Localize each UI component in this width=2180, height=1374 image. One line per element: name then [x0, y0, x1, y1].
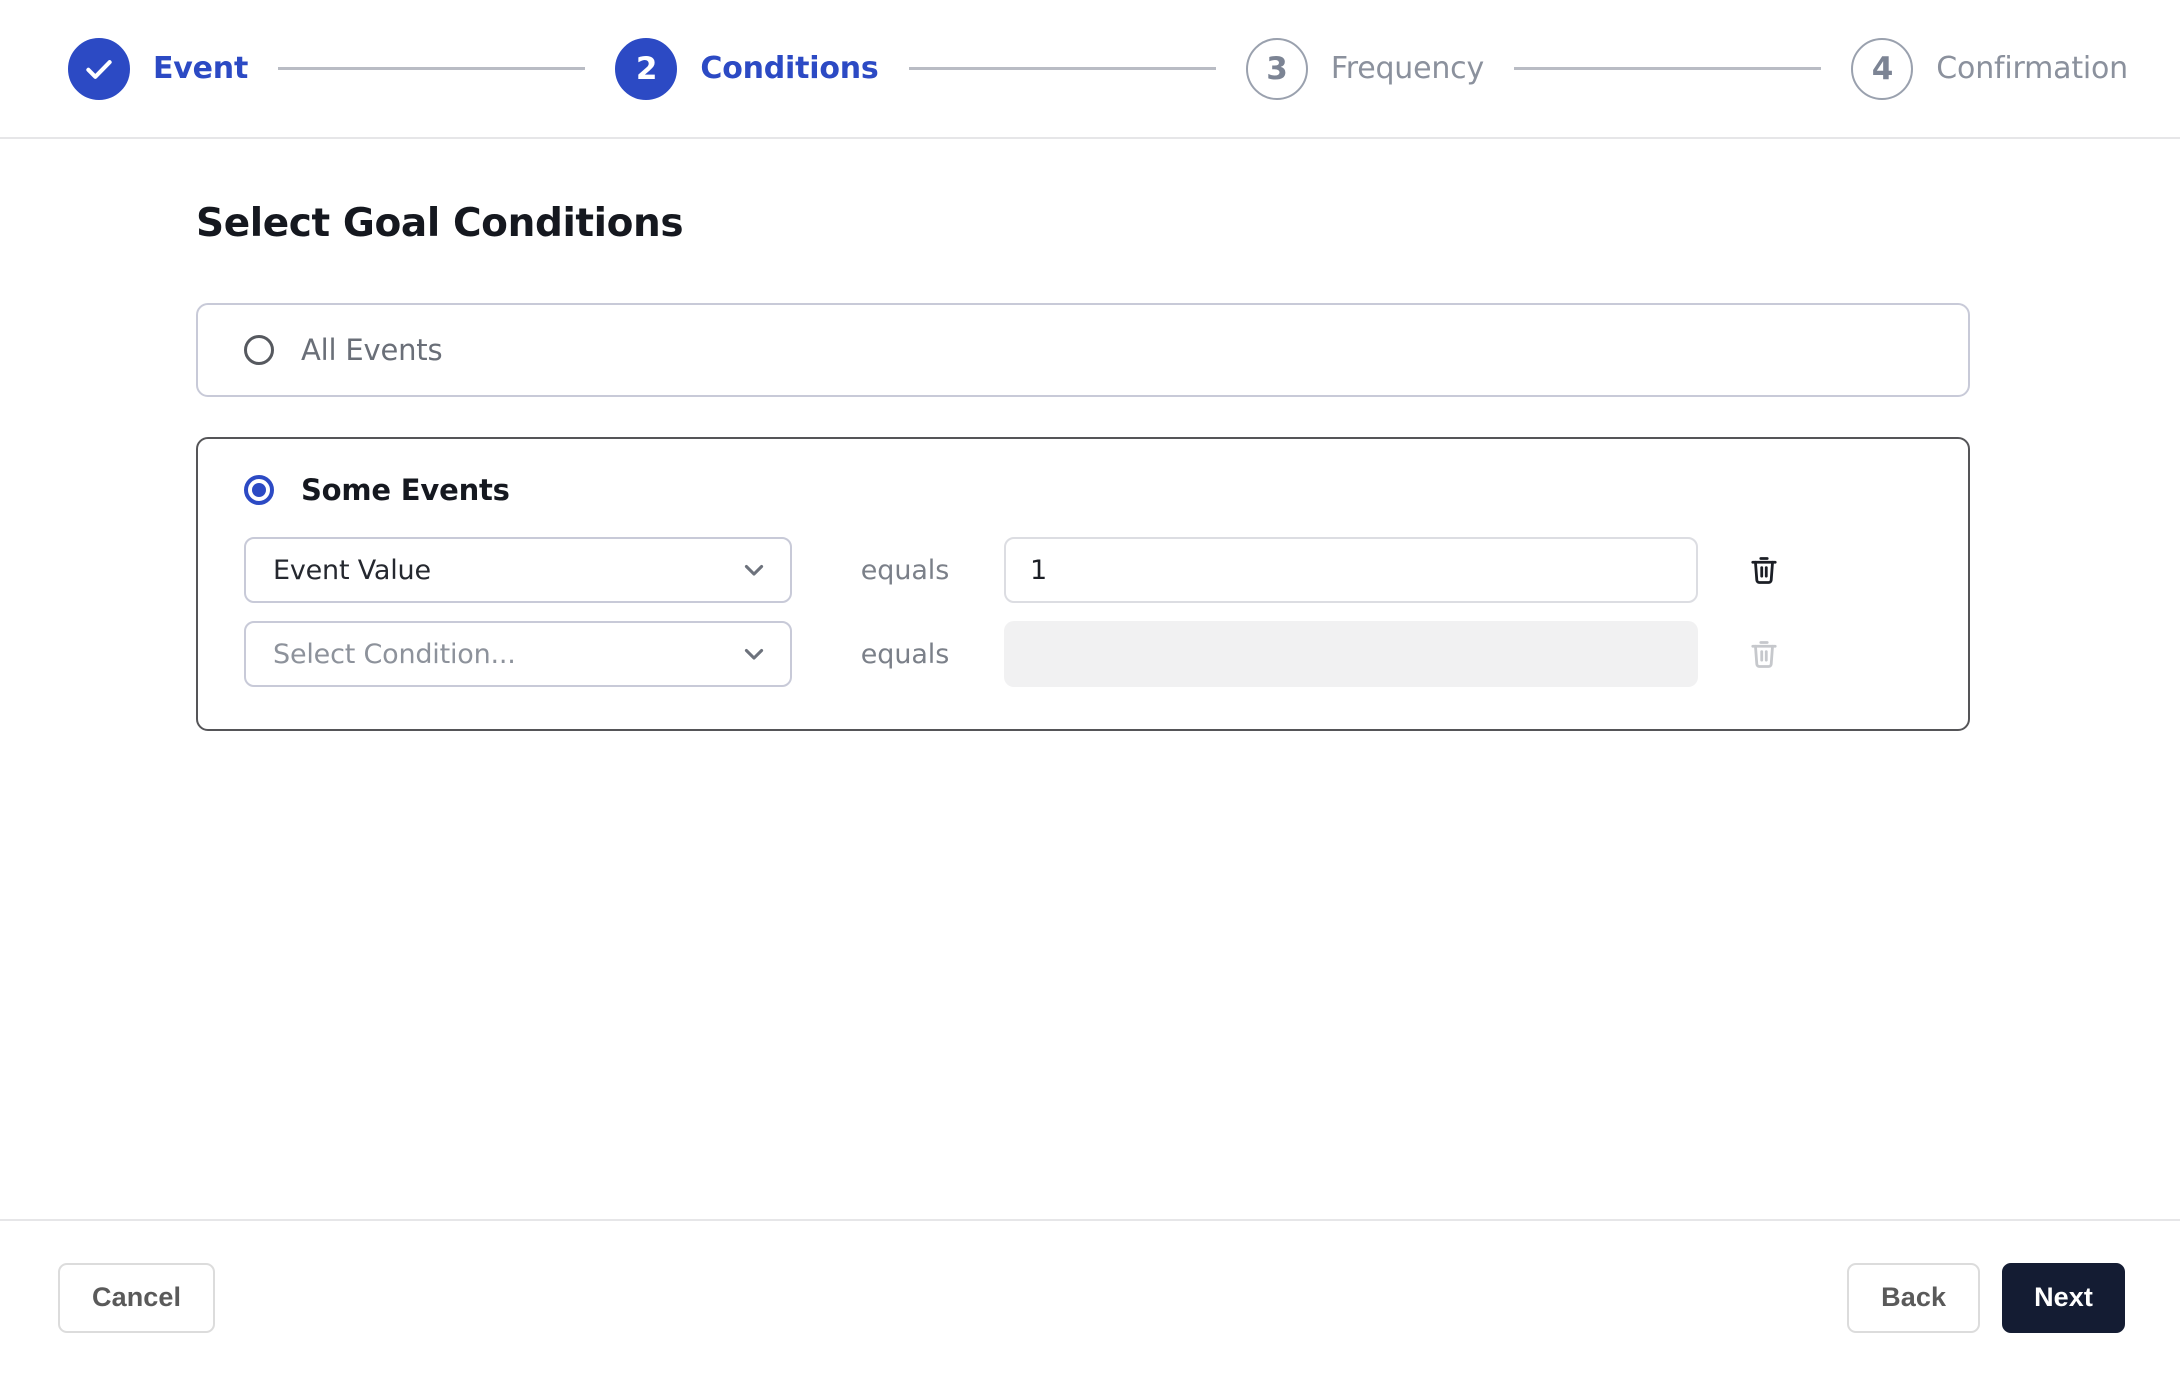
stepper-step-conditions[interactable]: 2 Conditions: [615, 37, 879, 100]
wizard-body: Select Goal Conditions All Events Some E…: [0, 139, 2180, 1374]
step-2-circle: 2: [615, 37, 678, 100]
option-card-all-events[interactable]: All Events: [196, 303, 1970, 397]
trash-icon: [1751, 557, 1777, 584]
step-4-circle: 4: [1851, 37, 1914, 100]
condition-row: Event Value equals 1: [244, 537, 1968, 603]
condition-value-input-2: [1004, 621, 1698, 687]
radio-label-some-events: Some Events: [301, 473, 510, 507]
radio-some-events[interactable]: [244, 475, 274, 505]
wizard-stepper: Event 2 Conditions 3 Frequency 4 Confirm…: [0, 0, 2180, 139]
stepper-connector-3: [1514, 67, 1822, 70]
radio-row-some-events[interactable]: Some Events: [244, 473, 1968, 507]
step-4-label: Confirmation: [1936, 51, 2128, 86]
wizard-content: Select Goal Conditions All Events Some E…: [0, 139, 2180, 731]
condition-field-value-1: Event Value: [273, 554, 431, 586]
delete-condition-button-2: [1742, 632, 1786, 676]
chevron-down-icon: [744, 564, 764, 576]
stepper-step-frequency[interactable]: 3 Frequency: [1245, 37, 1485, 100]
step-1-circle: [68, 37, 130, 100]
radio-label-all-events: All Events: [301, 333, 443, 367]
condition-operator-2: equals: [860, 638, 950, 670]
radio-row-all-events[interactable]: All Events: [244, 333, 443, 367]
stepper-step-confirmation[interactable]: 4 Confirmation: [1851, 37, 2128, 100]
radio-all-events[interactable]: [244, 335, 274, 365]
delete-condition-button-1[interactable]: [1742, 548, 1786, 592]
footer-actions: Back Next: [1847, 1262, 2125, 1333]
step-3-label: Frequency: [1330, 51, 1485, 86]
cancel-button[interactable]: Cancel: [58, 1262, 216, 1333]
back-button[interactable]: Back: [1847, 1262, 1981, 1333]
stepper-connector-2: [908, 67, 1216, 70]
condition-rows: Event Value equals 1 Select Condition...…: [244, 537, 1968, 687]
step-3-circle: 3: [1245, 37, 1308, 100]
condition-value-input-1[interactable]: 1: [1004, 537, 1698, 603]
condition-field-select-1[interactable]: Event Value: [244, 537, 792, 603]
step-1-label: Event: [153, 51, 249, 86]
next-button[interactable]: Next: [2002, 1262, 2125, 1333]
condition-field-select-2[interactable]: Select Condition...: [244, 621, 792, 687]
condition-operator-1: equals: [860, 554, 950, 586]
check-icon: [86, 59, 112, 79]
condition-field-value-2: Select Condition...: [273, 638, 516, 670]
condition-row: Select Condition... equals: [244, 621, 1968, 687]
stepper-connector-1: [278, 67, 586, 70]
chevron-down-icon: [744, 648, 764, 660]
page-title: Select Goal Conditions: [196, 201, 684, 246]
option-card-some-events[interactable]: Some Events Event Value equals 1 Select …: [196, 437, 1970, 731]
trash-icon: [1751, 641, 1777, 668]
condition-value-text-1: 1: [1030, 554, 1048, 586]
step-2-label: Conditions: [700, 51, 879, 86]
wizard-footer: Cancel Back Next: [0, 1219, 2180, 1374]
stepper-step-event[interactable]: Event: [68, 37, 249, 100]
goal-wizard: Event 2 Conditions 3 Frequency 4 Confirm…: [0, 0, 2180, 1374]
